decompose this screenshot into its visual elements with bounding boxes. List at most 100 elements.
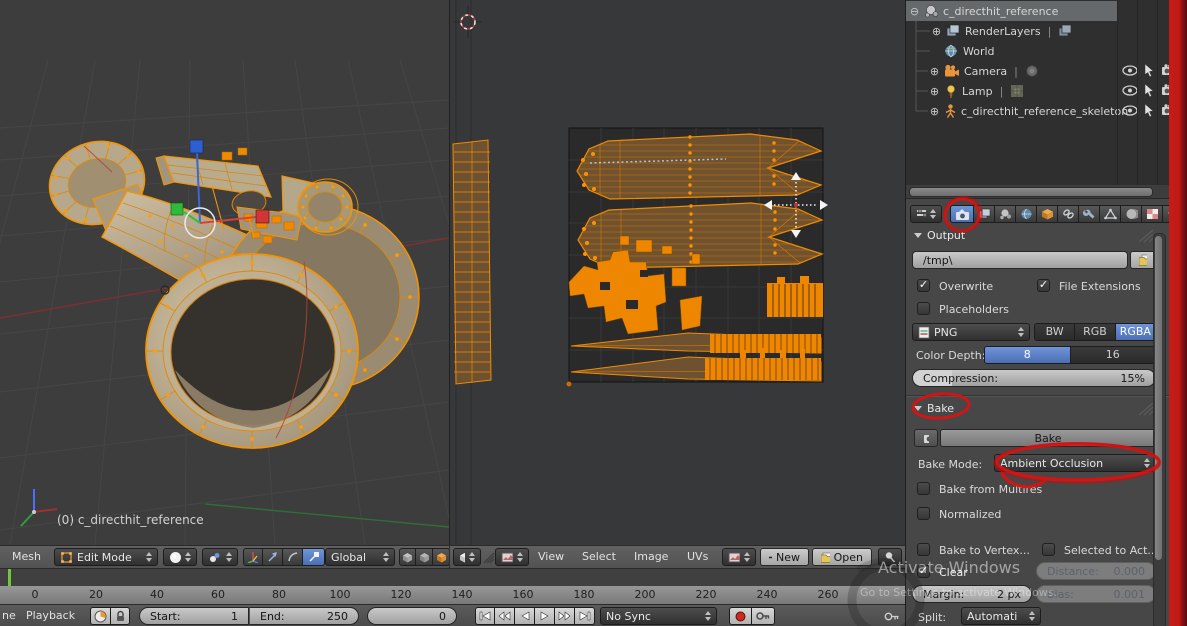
transform-orientation-dropdown[interactable]: Global	[325, 548, 395, 566]
pivot-point-dropdown[interactable]	[202, 548, 238, 566]
lamp-select-cursor-icon[interactable]	[1143, 83, 1155, 98]
previous-keyframe-button[interactable]	[495, 607, 515, 625]
keying-set-button[interactable]	[752, 607, 775, 625]
sticky-selection-dropdown[interactable]	[453, 548, 481, 566]
keying-icon-right[interactable]	[884, 611, 900, 622]
properties-editor[interactable]: Output /tmp\ Overwrite File Extensions P…	[905, 198, 1169, 626]
world-tab[interactable]	[1016, 205, 1037, 223]
texture-tab[interactable]	[1142, 205, 1163, 223]
selected-to-active-checkbox[interactable]	[1042, 543, 1055, 556]
next-keyframe-button[interactable]	[555, 607, 575, 625]
uv-view-menu[interactable]: View	[538, 550, 564, 563]
constraints-tab[interactable]	[1058, 205, 1079, 223]
bake-from-multires-checkbox[interactable]	[917, 482, 930, 495]
timeline-ruler[interactable]: 0 20 40 60 80 100 120 140 160 180 200 22…	[0, 586, 905, 604]
new-image-button[interactable]: New	[760, 548, 809, 566]
current-frame-marker[interactable]	[8, 569, 11, 586]
camera-select-cursor-icon[interactable]	[1143, 63, 1155, 78]
rgba-option[interactable]: RGBA	[1115, 324, 1155, 340]
bake-to-vertex-checkbox[interactable]	[917, 543, 930, 556]
normalized-checkbox[interactable]	[917, 507, 930, 520]
pin-button[interactable]	[878, 548, 902, 566]
jump-to-end-button[interactable]	[575, 607, 595, 625]
properties-scrollbar-track[interactable]	[1153, 233, 1166, 626]
split-dropdown[interactable]: Automati	[961, 607, 1041, 625]
camera-hide-eye-icon[interactable]	[1122, 64, 1138, 77]
end-frame-field[interactable]: End: 250	[249, 607, 359, 625]
lamp-hide-eye-icon[interactable]	[1122, 84, 1138, 97]
lamp-render-toggle-icon[interactable]	[1161, 84, 1169, 96]
properties-scrollbar-thumb[interactable]	[1155, 236, 1162, 560]
open-image-button[interactable]: Open	[812, 548, 872, 566]
compression-slider[interactable]: Compression: 15%	[912, 369, 1156, 387]
editor-type-selector[interactable]	[495, 548, 529, 566]
uv-uvs-menu[interactable]: UVs	[687, 550, 708, 563]
expand-icon[interactable]: ⊕	[929, 85, 940, 98]
object-tab[interactable]	[1037, 205, 1058, 223]
outliner[interactable]: ⊖ c_directhit_reference ⊕ RenderLayers |…	[905, 0, 1169, 185]
outliner-row-world[interactable]: World	[944, 41, 995, 61]
modifiers-tab[interactable]	[1079, 205, 1100, 223]
bake-button[interactable]: Bake	[940, 429, 1156, 447]
camera-render-toggle-icon[interactable]	[1161, 64, 1169, 76]
expand-icon[interactable]: ⊕	[929, 65, 940, 78]
skeleton-hide-eye-icon[interactable]	[1122, 104, 1138, 117]
uv-select-menu[interactable]: Select	[582, 550, 616, 563]
outliner-row-renderlayers[interactable]: ⊕ RenderLayers |	[931, 21, 1073, 41]
sync-mode-dropdown[interactable]: No Sync	[600, 607, 717, 625]
current-frame-field[interactable]: 0	[367, 607, 457, 625]
render-layers-tab[interactable]	[974, 205, 995, 223]
scene-tab[interactable]	[995, 205, 1016, 223]
time-toggle-button[interactable]	[90, 607, 111, 625]
distance-field[interactable]: Distance: 0.000	[1036, 562, 1156, 580]
clear-checkbox[interactable]	[917, 565, 930, 578]
file-extensions-checkbox[interactable]	[1037, 279, 1050, 292]
overwrite-checkbox[interactable]	[917, 279, 930, 292]
skeleton-render-toggle-icon[interactable]	[1161, 104, 1169, 116]
translate-manipulator-button[interactable]	[263, 548, 283, 566]
expand-icon[interactable]: ⊕	[929, 105, 940, 118]
object-data-tab[interactable]	[1100, 205, 1121, 223]
shaded-cube-button[interactable]	[416, 548, 433, 566]
play-reverse-button[interactable]	[515, 607, 535, 625]
play-button[interactable]	[535, 607, 555, 625]
output-path-field[interactable]: /tmp\	[912, 251, 1128, 269]
bake-mode-dropdown[interactable]: Ambient Occlusion	[994, 454, 1156, 472]
playback-menu[interactable]: Playback	[26, 609, 75, 622]
timeline-track[interactable]	[0, 568, 905, 586]
collapse-icon[interactable]: ⊖	[909, 5, 920, 18]
bias-field[interactable]: Bias: 0.001	[1036, 585, 1156, 603]
image-datablock-dropdown[interactable]	[722, 548, 756, 566]
properties-context-selector[interactable]	[910, 205, 942, 223]
output-panel-header[interactable]: Output	[914, 229, 965, 242]
rotate-manipulator-button[interactable]	[283, 548, 303, 566]
outliner-row-skeleton[interactable]: ⊕ c_directhit_reference_skeleton	[929, 101, 1128, 121]
uv-image-menu[interactable]: Image	[634, 550, 668, 563]
viewport-shading-dropdown[interactable]	[163, 548, 197, 566]
expand-icon[interactable]: ⊕	[931, 25, 942, 38]
outliner-row-scene[interactable]: ⊖ c_directhit_reference	[909, 1, 1058, 21]
timeline-menu-partial[interactable]: ne	[2, 609, 16, 622]
start-frame-field[interactable]: Start: 1	[139, 607, 249, 625]
outliner-row-camera[interactable]: ⊕ Camera |	[929, 61, 1039, 81]
3d-viewport[interactable]: (0) c_directhit_reference	[0, 0, 449, 545]
placeholders-checkbox[interactable]	[917, 302, 930, 315]
mesh-menu[interactable]: Mesh	[12, 550, 41, 563]
depth-16-option[interactable]: 16	[1070, 347, 1155, 363]
limit-selection-button[interactable]	[399, 548, 416, 566]
snap-cube-button[interactable]	[433, 548, 450, 566]
bw-option[interactable]: BW	[1035, 324, 1076, 340]
record-button[interactable]	[729, 607, 752, 625]
mode-dropdown[interactable]: Edit Mode	[54, 548, 158, 566]
bake-icon-button[interactable]	[914, 429, 938, 447]
render-tab[interactable]	[950, 205, 974, 223]
rgb-option[interactable]: RGB	[1075, 324, 1116, 340]
bake-panel-header[interactable]: Bake	[914, 402, 954, 415]
margin-field[interactable]: Margin: 2 px	[912, 585, 1032, 603]
depth-8-option[interactable]: 8	[985, 347, 1071, 363]
scale-manipulator-button[interactable]	[303, 548, 325, 566]
uv-image-editor[interactable]	[449, 0, 905, 545]
jump-to-start-button[interactable]	[475, 607, 495, 625]
material-tab[interactable]	[1121, 205, 1142, 223]
manipulator-axes-button[interactable]	[243, 548, 263, 566]
